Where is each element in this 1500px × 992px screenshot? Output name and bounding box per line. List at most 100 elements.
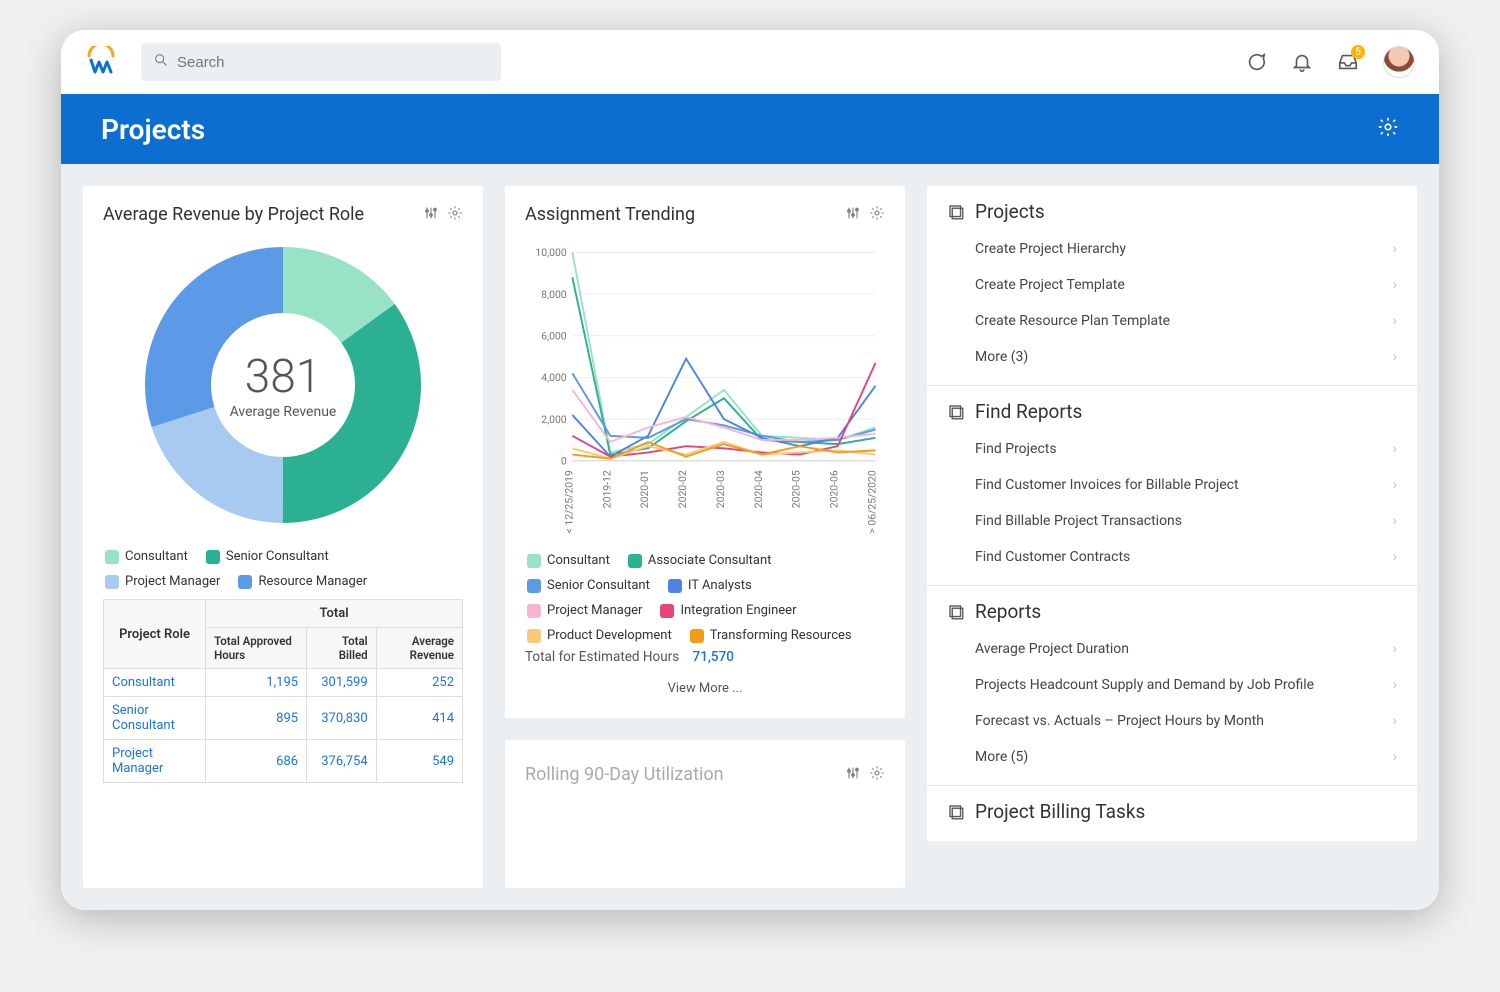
bell-icon[interactable]: [1291, 51, 1313, 73]
legend-item[interactable]: Consultant: [527, 553, 610, 568]
chevron-right-icon: ›: [1393, 349, 1397, 365]
menu-item[interactable]: Forecast vs. Actuals – Project Hours by …: [947, 703, 1397, 739]
side-menu: ProjectsCreate Project Hierarchy›Create …: [927, 186, 1417, 841]
sliders-icon[interactable]: [845, 205, 861, 225]
svg-text:2020-01: 2020-01: [638, 470, 651, 508]
chevron-right-icon: ›: [1393, 441, 1397, 457]
gear-icon[interactable]: [447, 205, 463, 225]
menu-section: Reports Average Project Duration›Projects…: [927, 586, 1417, 786]
col-billed: Total Billed: [307, 628, 377, 669]
legend-item[interactable]: Resource Manager: [238, 574, 367, 589]
chevron-right-icon: ›: [1393, 713, 1397, 729]
chevron-right-icon: ›: [1393, 677, 1397, 693]
role-link[interactable]: Consultant: [104, 669, 206, 697]
legend-item[interactable]: Project Manager: [527, 603, 642, 618]
card-title: Average Revenue by Project Role: [103, 204, 364, 225]
chevron-right-icon: ›: [1393, 641, 1397, 657]
card-assignment-trending: Assignment Trending 02,0004,0006,0008,00…: [505, 186, 905, 718]
menu-item[interactable]: Find Billable Project Transactions›: [947, 503, 1397, 539]
svg-text:2020-03: 2020-03: [714, 470, 727, 508]
column-revenue: Average Revenue by Project Role: [83, 186, 483, 888]
chevron-right-icon: ›: [1393, 277, 1397, 293]
svg-text:2020-06: 2020-06: [828, 470, 841, 508]
card-rolling-utilization: Rolling 90-Day Utilization: [505, 740, 905, 888]
legend-item[interactable]: Project Manager: [105, 574, 220, 589]
svg-text:2020-05: 2020-05: [790, 470, 803, 508]
svg-text:< 12/25/2019: < 12/25/2019: [562, 470, 575, 533]
svg-text:6,000: 6,000: [541, 330, 567, 343]
svg-text:> 06/25/2020: > 06/25/2020: [866, 470, 879, 534]
view-more-link[interactable]: View More ...: [525, 665, 885, 700]
donut-chart[interactable]: 381 Average Revenue: [133, 235, 433, 535]
col-hours: Total Approved Hours: [206, 628, 307, 669]
chart-total-value[interactable]: 71,570: [693, 649, 734, 665]
chevron-right-icon: ›: [1393, 749, 1397, 765]
chevron-right-icon: ›: [1393, 241, 1397, 257]
menu-heading[interactable]: Find Reports: [947, 400, 1397, 423]
menu-heading[interactable]: Reports: [947, 600, 1397, 623]
content: Average Revenue by Project Role: [61, 164, 1439, 910]
menu-item[interactable]: Find Customer Invoices for Billable Proj…: [947, 467, 1397, 503]
svg-text:2019-12: 2019-12: [600, 470, 613, 508]
menu-item[interactable]: Create Resource Plan Template›: [947, 303, 1397, 339]
col-group-total: Total: [206, 600, 463, 628]
role-link[interactable]: Senior Consultant: [104, 697, 206, 740]
donut-center-label: Average Revenue: [230, 404, 337, 420]
menu-item[interactable]: Average Project Duration›: [947, 631, 1397, 667]
header-icons: 5: [1245, 46, 1415, 78]
chat-icon[interactable]: [1245, 51, 1267, 73]
chevron-right-icon: ›: [1393, 477, 1397, 493]
workday-logo[interactable]: [85, 46, 117, 78]
menu-section: ProjectsCreate Project Hierarchy›Create …: [927, 186, 1417, 386]
menu-heading[interactable]: Project Billing Tasks: [947, 800, 1397, 823]
avatar[interactable]: [1383, 46, 1415, 78]
titlebar: Projects: [61, 94, 1439, 164]
legend-item[interactable]: IT Analysts: [668, 578, 752, 593]
legend-item[interactable]: Senior Consultant: [206, 549, 329, 564]
card-title: Rolling 90-Day Utilization: [525, 764, 724, 785]
svg-text:2,000: 2,000: [541, 413, 567, 426]
col-role: Project Role: [104, 600, 206, 669]
inbox-badge: 5: [1351, 45, 1365, 59]
svg-text:4,000: 4,000: [541, 371, 567, 384]
legend-item[interactable]: Transforming Resources: [690, 628, 852, 643]
menu-item[interactable]: Create Project Hierarchy›: [947, 231, 1397, 267]
svg-text:0: 0: [561, 455, 567, 468]
legend-item[interactable]: Product Development: [527, 628, 672, 643]
col-avg: Average Revenue: [376, 628, 462, 669]
menu-item[interactable]: Create Project Template›: [947, 267, 1397, 303]
menu-item[interactable]: Find Projects›: [947, 431, 1397, 467]
table-row: Senior Consultant 895 370,830 414: [104, 697, 463, 740]
menu-item[interactable]: Find Customer Contracts›: [947, 539, 1397, 575]
settings-gear-icon[interactable]: [1377, 116, 1399, 142]
gear-icon[interactable]: [869, 205, 885, 225]
search-input[interactable]: [177, 54, 489, 71]
chevron-right-icon: ›: [1393, 549, 1397, 565]
role-link[interactable]: Project Manager: [104, 740, 206, 783]
sliders-icon[interactable]: [845, 765, 861, 785]
svg-text:2020-02: 2020-02: [676, 470, 689, 508]
top-header: 5: [61, 30, 1439, 94]
legend-item[interactable]: Consultant: [105, 549, 188, 564]
chevron-right-icon: ›: [1393, 513, 1397, 529]
table-row: Consultant 1,195 301,599 252: [104, 669, 463, 697]
chart-total: Total for Estimated Hours 71,570: [525, 649, 885, 665]
search-icon: [153, 52, 169, 72]
gear-icon[interactable]: [869, 765, 885, 785]
line-chart[interactable]: 02,0004,0006,0008,00010,000< 12/25/20192…: [525, 235, 885, 539]
menu-item[interactable]: More (3)›: [947, 339, 1397, 375]
menu-item[interactable]: More (5)›: [947, 739, 1397, 775]
menu-item[interactable]: Projects Headcount Supply and Demand by …: [947, 667, 1397, 703]
legend-item[interactable]: Integration Engineer: [660, 603, 796, 618]
menu-section: Find ReportsFind Projects›Find Customer …: [927, 386, 1417, 586]
inbox-icon[interactable]: 5: [1337, 51, 1359, 73]
donut-center-value: 381: [230, 350, 337, 404]
search-box[interactable]: [141, 43, 501, 81]
menu-heading[interactable]: Projects: [947, 200, 1397, 223]
card-title: Assignment Trending: [525, 204, 695, 225]
app-frame: 5 Projects Average Revenue by Project Ro…: [61, 30, 1439, 910]
legend-item[interactable]: Senior Consultant: [527, 578, 650, 593]
legend-item[interactable]: Associate Consultant: [628, 553, 772, 568]
sliders-icon[interactable]: [423, 205, 439, 225]
column-trending: Assignment Trending 02,0004,0006,0008,00…: [505, 186, 905, 888]
